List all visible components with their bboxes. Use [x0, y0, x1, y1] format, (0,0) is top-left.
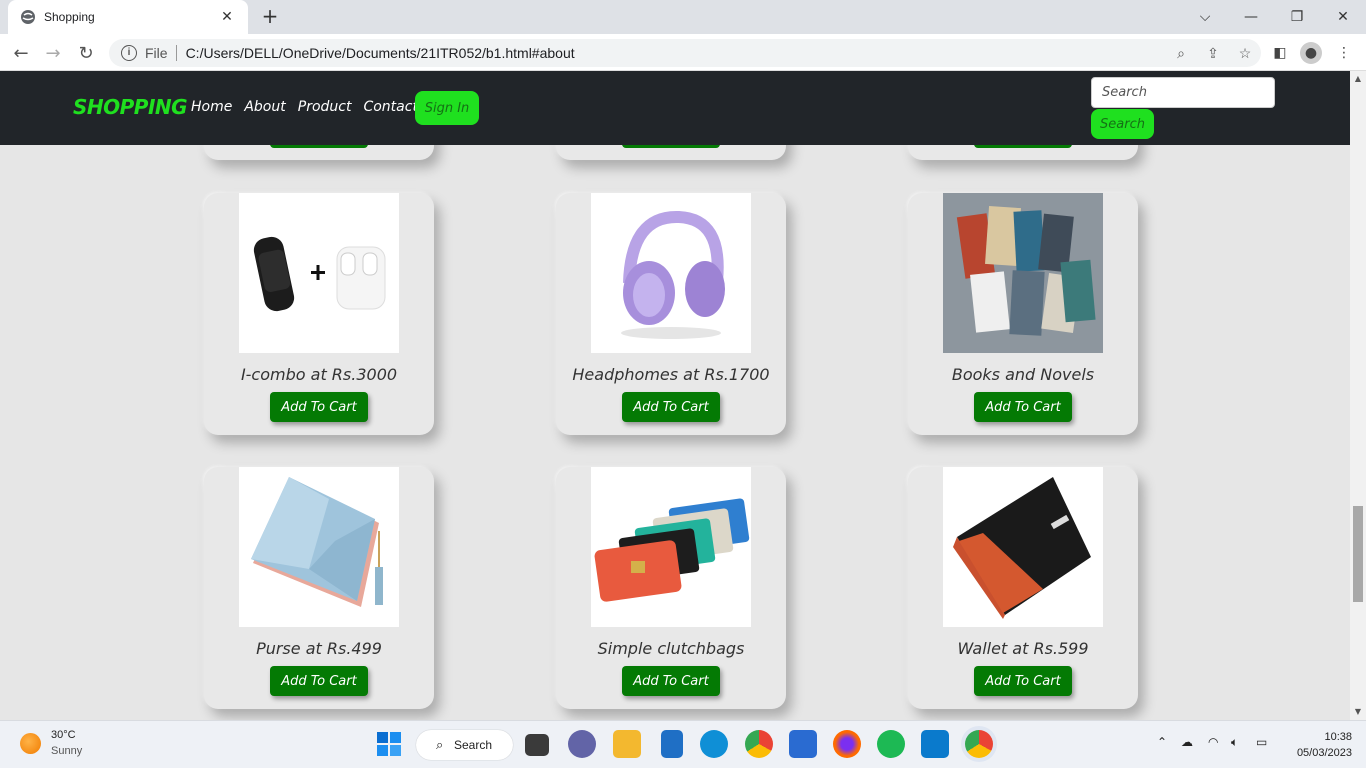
sign-in-button[interactable]: Sign In: [415, 91, 479, 125]
add-to-cart-button[interactable]: Add To Cart: [270, 392, 368, 422]
scrollbar-thumb[interactable]: [1353, 506, 1363, 602]
wifi-icon[interactable]: ◠: [1208, 735, 1218, 749]
product-title: Wallet at Rs.599: [957, 639, 1089, 658]
vscode-icon[interactable]: [921, 730, 949, 758]
new-tab-button[interactable]: +: [260, 5, 280, 29]
url-text[interactable]: C:/Users/DELL/OneDrive/Documents/21ITR05…: [186, 45, 1165, 61]
site-navbar: SHOPPING Home About Product Contact Sign…: [0, 71, 1350, 145]
nav-product-link[interactable]: Product: [298, 99, 352, 115]
browser-toolbar: ← → ↻ i File C:/Users/DELL/OneDrive/Docu…: [0, 34, 1366, 71]
clock-time: 10:38: [1324, 731, 1352, 743]
product-image-wallet: [943, 467, 1103, 627]
product-card: Headphomes at Rs.1700 Add To Cart: [556, 193, 786, 435]
scroll-up-arrow-icon[interactable]: ▲: [1350, 71, 1366, 85]
scheme-label: File: [145, 45, 168, 61]
product-card: Simple clutchbags Add To Cart: [556, 467, 786, 709]
show-hidden-icons-chevron-icon[interactable]: ⌃: [1157, 735, 1167, 749]
notepad-icon[interactable]: [661, 730, 683, 758]
close-window-icon[interactable]: ✕: [1320, 0, 1366, 34]
product-card: Wallet at Rs.599 Add To Cart: [908, 467, 1138, 709]
product-card: Purse at Rs.499 Add To Cart: [204, 467, 434, 709]
add-to-cart-button[interactable]: Add To Cart: [622, 392, 720, 422]
product-image-purse: [239, 467, 399, 627]
nav-contact-link[interactable]: Contact: [363, 99, 417, 115]
reload-icon[interactable]: ↻: [73, 40, 99, 66]
product-image-books: [943, 193, 1103, 353]
minimize-icon[interactable]: —: [1228, 0, 1274, 34]
browser-tabbar: Shopping ✕ + ⌵ — ❐ ✕: [0, 0, 1366, 34]
product-title: Headphomes at Rs.1700: [572, 365, 770, 384]
scroll-down-arrow-icon[interactable]: ▼: [1350, 704, 1366, 718]
chrome-icon[interactable]: [745, 730, 773, 758]
product-title: I-combo at Rs.3000: [240, 365, 398, 384]
clock-date: 05/03/2023: [1296, 747, 1352, 759]
zoom-icon[interactable]: ⌕: [1165, 45, 1197, 62]
back-arrow-icon[interactable]: ←: [8, 40, 34, 66]
file-explorer-icon[interactable]: [613, 730, 641, 758]
edge-browser-icon[interactable]: [700, 730, 728, 758]
web-page: SHOPPING Home About Product Contact Sign…: [0, 71, 1350, 720]
page-scrollbar[interactable]: ▲ ▼: [1350, 71, 1366, 720]
site-logo[interactable]: SHOPPING: [73, 95, 188, 119]
weather-temperature: 30°C: [51, 729, 76, 741]
forward-arrow-icon[interactable]: →: [40, 40, 66, 66]
search-button[interactable]: Search: [1091, 109, 1154, 139]
nav-about-link[interactable]: About: [244, 99, 285, 115]
task-view-icon[interactable]: [525, 734, 549, 756]
sun-weather-icon[interactable]: [20, 733, 41, 754]
globe-icon: [21, 10, 35, 24]
microsoft-store-icon[interactable]: [789, 730, 817, 758]
omnibox-divider: [175, 45, 177, 61]
product-image-clutch-bags: [591, 467, 751, 627]
share-icon[interactable]: ⇪: [1197, 45, 1229, 62]
search-input[interactable]: Search: [1091, 77, 1275, 108]
firefox-icon[interactable]: [833, 730, 861, 758]
search-icon: ⌕: [436, 737, 444, 752]
chrome-active-icon[interactable]: [965, 730, 993, 758]
windows-taskbar: 30°C Sunny ⌕ Search ⌃ ☁ ◠ 🔈︎ ▭ 10:38 05/…: [0, 720, 1366, 768]
add-to-cart-button[interactable]: Add To Cart: [622, 666, 720, 696]
bookmark-star-icon[interactable]: ☆: [1229, 45, 1261, 62]
nav-home-link[interactable]: Home: [191, 99, 232, 115]
onedrive-cloud-icon[interactable]: ☁: [1181, 735, 1193, 749]
product-card: Books and Novels Add To Cart: [908, 193, 1138, 435]
tab-close-icon[interactable]: ✕: [218, 9, 236, 25]
taskbar-search-box[interactable]: ⌕ Search: [416, 730, 513, 760]
product-title: Books and Novels: [951, 365, 1095, 384]
windows-start-icon[interactable]: [375, 730, 403, 758]
battery-icon[interactable]: ▭: [1256, 735, 1267, 749]
product-title: Purse at Rs.499: [256, 639, 382, 658]
browser-tab[interactable]: Shopping ✕: [8, 0, 248, 34]
teams-chat-icon[interactable]: [568, 730, 596, 758]
product-card: I-combo at Rs.3000 Add To Cart: [204, 193, 434, 435]
restore-icon[interactable]: ❐: [1274, 0, 1320, 34]
product-title: Simple clutchbags: [597, 639, 745, 658]
address-bar[interactable]: i File C:/Users/DELL/OneDrive/Documents/…: [109, 39, 1261, 67]
tab-search-chevron-icon[interactable]: ⌵: [1182, 0, 1228, 34]
weather-description: Sunny: [51, 745, 83, 757]
tab-title: Shopping: [44, 10, 95, 24]
menu-kebab-icon[interactable]: ⋮: [1333, 42, 1355, 64]
add-to-cart-button[interactable]: Add To Cart: [270, 666, 368, 696]
volume-icon[interactable]: 🔈︎: [1231, 735, 1238, 750]
site-info-icon[interactable]: i: [121, 45, 137, 61]
product-image-headphones: [591, 193, 751, 353]
profile-avatar-icon[interactable]: ●: [1300, 42, 1322, 64]
add-to-cart-button[interactable]: Add To Cart: [974, 666, 1072, 696]
taskbar-search-label: Search: [454, 738, 493, 752]
spotify-icon[interactable]: [877, 730, 905, 758]
nav-links: Home About Product Contact: [191, 99, 418, 115]
product-image-watch-earbuds: [239, 193, 399, 353]
add-to-cart-button[interactable]: Add To Cart: [974, 392, 1072, 422]
side-panel-icon[interactable]: ◧: [1269, 42, 1291, 64]
system-clock[interactable]: 10:38 05/03/2023: [1290, 729, 1352, 761]
